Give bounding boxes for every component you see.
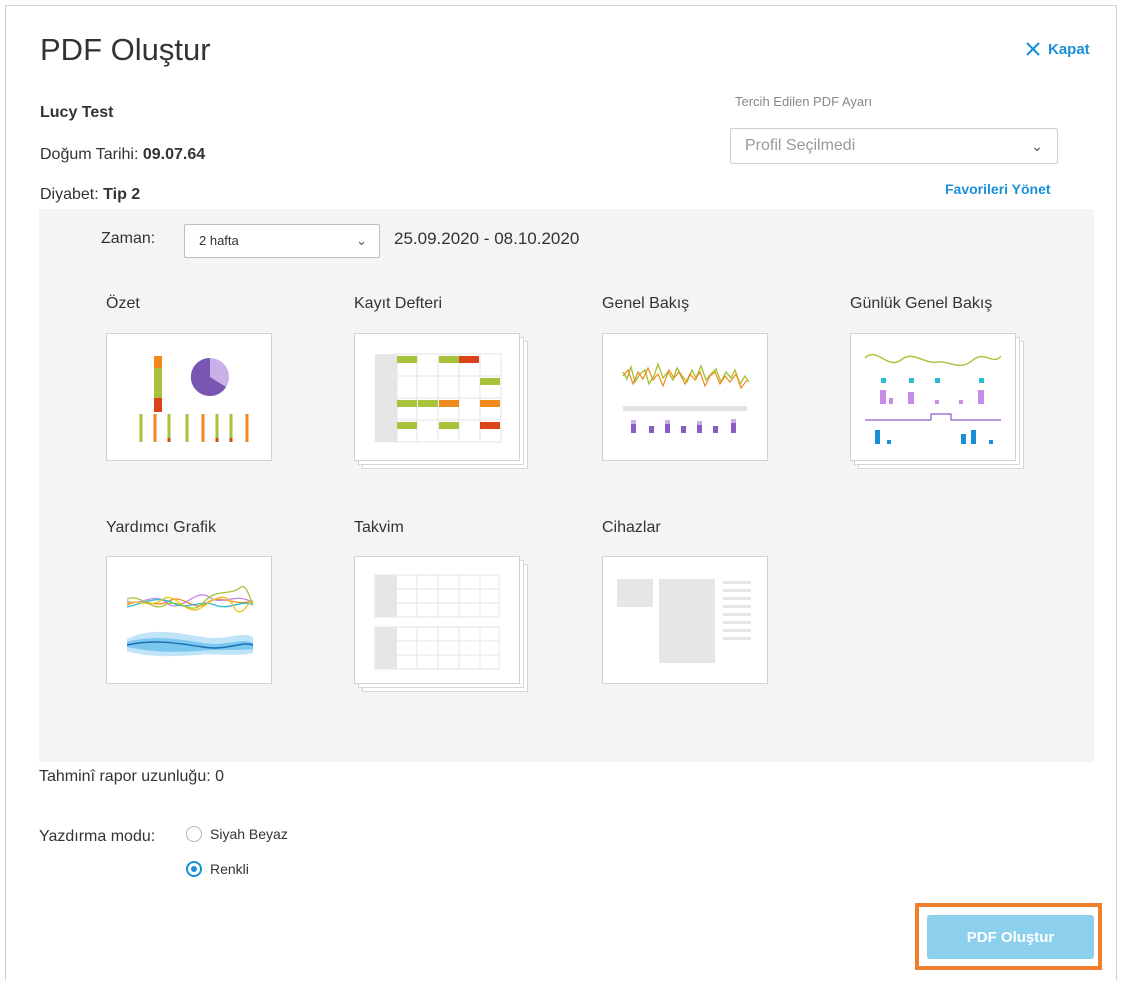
- report-card-cihazlar[interactable]: [602, 556, 768, 684]
- patient-name: Lucy Test: [40, 104, 114, 121]
- radio-bw[interactable]: [186, 826, 202, 842]
- report-label-cihazlar: Cihazlar: [602, 519, 661, 536]
- dob-value: 09.07.64: [142, 146, 206, 163]
- devices-thumbnail-icon: [617, 579, 751, 663]
- report-label-gunluk-genel-bakis: Günlük Genel Bakış: [850, 295, 993, 312]
- preference-select[interactable]: Profil Seçilmedi ⌄: [730, 128, 1058, 164]
- date-range: 25.09.2020 - 08.10.2020: [394, 229, 580, 248]
- calendar-thumbnail-icon: [374, 574, 500, 670]
- report-card-takvim[interactable]: [354, 556, 520, 684]
- report-card-ozet[interactable]: [106, 333, 272, 461]
- time-select[interactable]: 2 hafta ⌄: [184, 224, 380, 258]
- close-label: Kapat: [1048, 40, 1090, 58]
- report-card-genel-bakis[interactable]: [602, 333, 768, 461]
- summary-thumbnail-icon: [139, 356, 249, 442]
- report-label-kayit-defteri: Kayıt Defteri: [354, 295, 443, 312]
- patient-diabetes: Diyabet: Tip 2: [40, 186, 140, 204]
- print-mode-bw-option[interactable]: Siyah Beyaz: [186, 826, 288, 842]
- logbook-thumbnail-icon: [375, 353, 502, 443]
- preference-label: Tercih Edilen PDF Ayarı: [735, 94, 873, 109]
- report-label-ozet: Özet: [106, 295, 140, 312]
- print-mode-label: Yazdırma modu:: [39, 828, 156, 845]
- print-mode-bw-label: Siyah Beyaz: [210, 826, 288, 842]
- print-mode-color-label: Renkli: [210, 861, 249, 877]
- manage-favorites-link[interactable]: Favorileri Yönet: [945, 181, 1051, 197]
- report-label-yardimci-grafik: Yardımcı Grafik: [106, 519, 216, 536]
- time-label: Zaman:: [101, 230, 156, 247]
- overview-thumbnail-icon: [622, 361, 750, 433]
- dob-label: Doğum Tarihi:: [40, 146, 143, 163]
- dialog-title: PDF Oluştur: [40, 32, 211, 67]
- report-card-gunluk-genel-bakis[interactable]: [850, 333, 1016, 461]
- radio-color[interactable]: [186, 861, 202, 877]
- preference-selected-value: Profil Seçilmedi: [745, 137, 856, 154]
- patient-dob: Doğum Tarihi: 09.07.64: [40, 146, 205, 164]
- daily-overview-thumbnail-icon: [864, 353, 1002, 444]
- diabetes-value: Tip 2: [103, 186, 141, 203]
- chevron-down-icon: ⌄: [356, 233, 367, 248]
- time-selected-value: 2 hafta: [199, 233, 239, 248]
- report-label-genel-bakis: Genel Bakış: [602, 295, 690, 312]
- close-button[interactable]: Kapat: [1024, 40, 1090, 58]
- diabetes-label: Diyabet:: [40, 186, 104, 203]
- report-card-yardimci-grafik[interactable]: [106, 556, 272, 684]
- print-mode-color-option[interactable]: Renkli: [186, 861, 249, 877]
- chevron-down-icon: ⌄: [1031, 138, 1043, 154]
- report-length: Tahminî rapor uzunluğu: 0: [39, 768, 224, 785]
- report-card-kayit-defteri[interactable]: [354, 333, 520, 461]
- create-pdf-button[interactable]: PDF Oluştur: [927, 915, 1094, 959]
- close-icon: [1026, 42, 1040, 56]
- report-label-takvim: Takvim: [354, 519, 404, 536]
- helper-chart-thumbnail-icon: [126, 585, 254, 657]
